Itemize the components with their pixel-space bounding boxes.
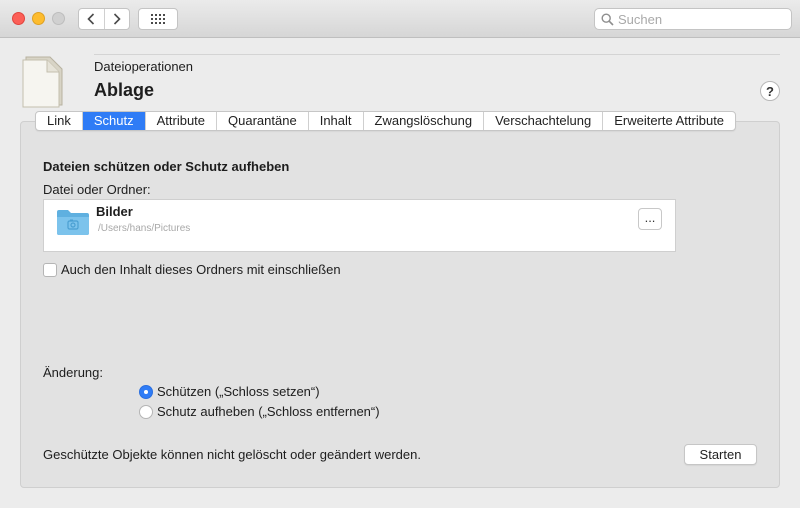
tab-bar: Link Schutz Attribute Quarantäne Inhalt … bbox=[35, 111, 737, 131]
navigation-group bbox=[78, 8, 130, 30]
radio-unprotect-option[interactable]: Schutz aufheben („Schloss entfernen“) bbox=[139, 404, 380, 419]
tab-link[interactable]: Link bbox=[36, 112, 82, 130]
tab-zwangsloeschung[interactable]: Zwangslöschung bbox=[362, 112, 484, 130]
search-input[interactable] bbox=[618, 11, 778, 27]
show-all-button[interactable] bbox=[138, 8, 178, 30]
tab-erweiterte-attribute[interactable]: Erweiterte Attribute bbox=[602, 112, 735, 130]
search-icon bbox=[601, 12, 614, 26]
search-field[interactable] bbox=[594, 8, 792, 30]
file-drop-area[interactable]: Bilder /Users/hans/Pictures ... bbox=[43, 199, 676, 252]
zoom-window-button[interactable] bbox=[52, 12, 65, 25]
file-field-label: Datei oder Ordner: bbox=[43, 182, 151, 197]
include-contents-label: Auch den Inhalt dieses Ordners mit einsc… bbox=[61, 262, 341, 277]
tab-inhalt[interactable]: Inhalt bbox=[307, 112, 363, 130]
tab-schutz[interactable]: Schutz bbox=[81, 112, 145, 130]
file-name: Bilder bbox=[96, 204, 133, 219]
file-path: /Users/hans/Pictures bbox=[98, 223, 191, 234]
chevron-left-icon bbox=[87, 13, 95, 25]
start-button[interactable]: Starten bbox=[684, 444, 757, 465]
footer-note: Geschützte Objekte können nicht gelöscht… bbox=[43, 447, 421, 462]
section-title: Dateien schützen oder Schutz aufheben bbox=[43, 159, 290, 174]
radio-unprotect[interactable] bbox=[139, 404, 153, 419]
tab-attribute[interactable]: Attribute bbox=[144, 112, 216, 130]
include-contents-checkbox[interactable] bbox=[43, 262, 57, 277]
page-subtitle: Dateioperationen bbox=[94, 59, 194, 74]
tab-verschachtelung[interactable]: Verschachtelung bbox=[483, 112, 602, 130]
forward-button[interactable] bbox=[103, 9, 130, 29]
app-window: Dateioperationen Ablage ? Link Schutz At… bbox=[0, 0, 800, 508]
tab-quarantaene[interactable]: Quarantäne bbox=[216, 112, 308, 130]
radio-unprotect-label: Schutz aufheben („Schloss entfernen“) bbox=[157, 404, 380, 419]
radio-protect-label: Schützen („Schloss setzen“) bbox=[157, 384, 320, 399]
header-divider bbox=[94, 54, 780, 55]
close-window-button[interactable] bbox=[12, 12, 25, 25]
document-icon bbox=[22, 56, 63, 108]
content-panel bbox=[20, 121, 780, 488]
page-title: Ablage bbox=[94, 80, 155, 100]
minimize-window-button[interactable] bbox=[32, 12, 45, 25]
titlebar bbox=[0, 0, 800, 38]
change-label: Änderung: bbox=[43, 365, 103, 380]
radio-protect[interactable] bbox=[139, 384, 153, 399]
radio-protect-option[interactable]: Schützen („Schloss setzen“) bbox=[139, 384, 320, 399]
include-contents-option[interactable]: Auch den Inhalt dieses Ordners mit einsc… bbox=[43, 262, 341, 277]
folder-pictures-icon bbox=[57, 210, 89, 235]
chevron-right-icon bbox=[113, 13, 121, 25]
back-button[interactable] bbox=[79, 9, 104, 29]
grid-icon bbox=[151, 14, 165, 24]
browse-button[interactable]: ... bbox=[638, 208, 662, 230]
help-button[interactable]: ? bbox=[760, 81, 780, 101]
